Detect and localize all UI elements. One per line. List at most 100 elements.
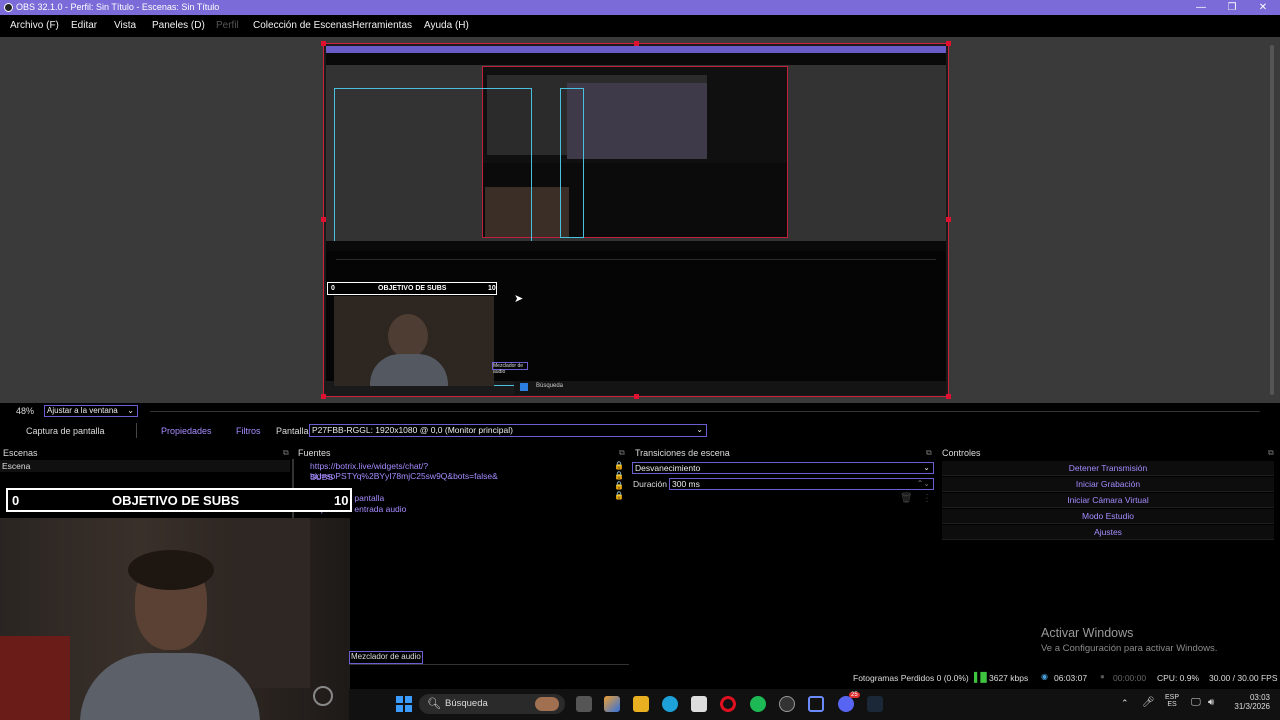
webcam-overlay bbox=[0, 518, 350, 720]
lock-icon[interactable]: 🔒 bbox=[614, 481, 624, 490]
subs-goal-overlay: 0 OBJETIVO DE SUBS 10 bbox=[6, 488, 352, 512]
resize-handle-tl[interactable] bbox=[321, 41, 326, 46]
stream-time-status: 06:03:07 bbox=[1054, 673, 1088, 683]
dock-float-icon[interactable]: ⧉ bbox=[926, 448, 932, 458]
zoom-slider[interactable] bbox=[150, 411, 1260, 412]
trash-icon[interactable]: 🗑 bbox=[900, 493, 913, 504]
audio-mixer-tab[interactable]: Mezclador de audio bbox=[349, 651, 423, 664]
record-icon: ● bbox=[1100, 672, 1105, 681]
dock-divider bbox=[349, 664, 629, 665]
menu-profile[interactable]: Perfil bbox=[216, 20, 239, 31]
stop-streaming-button[interactable]: Detener Transmisión bbox=[942, 461, 1274, 476]
preview-canvas[interactable]: 0 OBJETIVO DE SUBS 10 Mezclador de audio… bbox=[323, 43, 949, 397]
person-hair bbox=[128, 550, 214, 590]
resize-handle-right[interactable] bbox=[946, 217, 951, 222]
resize-handle-top[interactable] bbox=[634, 41, 639, 46]
minimize-button[interactable]: — bbox=[1186, 0, 1216, 15]
menu-help[interactable]: Ayuda (H) bbox=[424, 20, 469, 31]
search-highlight-icon bbox=[535, 697, 559, 711]
signal-bars-icon: ▌█ bbox=[974, 672, 987, 682]
windows-start-icon[interactable] bbox=[396, 696, 412, 712]
resize-handle-bl[interactable] bbox=[321, 394, 326, 399]
nested-title-bar bbox=[326, 46, 946, 53]
resize-handle-left[interactable] bbox=[321, 217, 326, 222]
close-button[interactable]: ✕ bbox=[1248, 0, 1278, 15]
capture-app-icon[interactable] bbox=[808, 696, 824, 712]
source-item-chat-widget[interactable]: https://botrix.live/widgets/chat/?bid=so… bbox=[310, 461, 605, 481]
sources-dock-title: Fuentes bbox=[298, 448, 331, 458]
maximize-button[interactable]: ❐ bbox=[1217, 0, 1247, 15]
transition-type-select[interactable]: Desvanecimiento ⌄ bbox=[632, 462, 934, 474]
resize-handle-tr[interactable] bbox=[946, 41, 951, 46]
start-recording-button[interactable]: Iniciar Grabación bbox=[942, 477, 1274, 492]
studio-mode-button[interactable]: Modo Estudio bbox=[942, 509, 1274, 524]
taskbar-search[interactable]: 🔍︎ Búsqueda bbox=[419, 694, 565, 714]
selection-box-small bbox=[560, 88, 584, 238]
menu-tools[interactable]: Herramientas bbox=[352, 20, 412, 31]
duration-spinbox[interactable]: 300 ms ⌃⌄ bbox=[669, 478, 934, 490]
nested-menu-bar bbox=[326, 53, 946, 65]
search-icon: 🔍︎ bbox=[427, 698, 441, 710]
lock-icon[interactable]: 🔒 bbox=[614, 461, 624, 470]
spotify-icon[interactable] bbox=[750, 696, 766, 712]
resize-handle-br[interactable] bbox=[946, 394, 951, 399]
settings-button[interactable]: Ajustes bbox=[942, 525, 1274, 540]
source-lock-column: 🔒 🔒 🔒 🔒 bbox=[614, 461, 624, 513]
scene-item-selected[interactable]: Escena bbox=[0, 460, 290, 472]
language-indicator[interactable]: ESP ES bbox=[1165, 694, 1179, 708]
clock-date: 31/3/2026 bbox=[1234, 702, 1270, 711]
steam-icon[interactable] bbox=[867, 696, 883, 712]
title-bar: OBS 32.1.0 - Perfil: Sin Título - Escena… bbox=[0, 0, 1280, 15]
filters-button[interactable]: Filtros bbox=[236, 426, 261, 436]
nested-subs-overlay: 0 OBJETIVO DE SUBS 10 bbox=[327, 282, 497, 295]
dock-float-icon[interactable]: ⧉ bbox=[283, 448, 289, 458]
clock-time: 03:03 bbox=[1249, 693, 1270, 702]
spin-arrows-icon[interactable]: ⌃⌄ bbox=[917, 479, 930, 488]
lock-icon[interactable]: 🔒 bbox=[614, 471, 624, 480]
language-top: ESP bbox=[1165, 694, 1180, 701]
transitions-dock-title: Transiciones de escena bbox=[635, 448, 730, 458]
store-icon[interactable] bbox=[691, 696, 707, 712]
menu-edit[interactable]: Editar bbox=[71, 20, 97, 31]
volume-icon[interactable]: 🔊︎ bbox=[1208, 697, 1214, 708]
opera-browser-icon[interactable] bbox=[720, 696, 736, 712]
properties-button[interactable]: Propiedades bbox=[161, 426, 212, 436]
nested-subs-right-value: 10 bbox=[488, 285, 496, 292]
nested-mixer-tab: Mezclador de audio bbox=[492, 362, 528, 375]
task-view-icon[interactable] bbox=[576, 696, 592, 712]
tray-chevron-up-icon[interactable]: ⌃ bbox=[1121, 698, 1129, 709]
preview-scrollbar[interactable] bbox=[1270, 45, 1274, 395]
file-explorer-icon[interactable] bbox=[633, 696, 649, 712]
edge-browser-icon[interactable] bbox=[662, 696, 678, 712]
menu-scene-collection[interactable]: Colección de Escenas bbox=[253, 20, 352, 31]
chevron-down-icon: ⌄ bbox=[696, 425, 703, 434]
menu-view[interactable]: Vista bbox=[114, 20, 136, 31]
cursor-ring-icon bbox=[313, 686, 333, 706]
resize-handle-bottom[interactable] bbox=[634, 394, 639, 399]
bitrate-status: 3627 kbps bbox=[989, 673, 1029, 683]
dock-float-icon[interactable]: ⧉ bbox=[619, 448, 625, 458]
chevron-down-icon: ⌄ bbox=[923, 463, 930, 472]
menu-docks[interactable]: Paneles (D) bbox=[152, 20, 205, 31]
paint-app-icon[interactable] bbox=[604, 696, 620, 712]
nested-subs-title: OBJETIVO DE SUBS bbox=[378, 285, 447, 292]
display-select[interactable]: P27FBB-RGGL: 1920x1080 @ 0,0 (Monitor pr… bbox=[309, 424, 707, 437]
discord-icon[interactable] bbox=[838, 696, 854, 712]
record-time-status: 00:00:00 bbox=[1113, 673, 1147, 683]
start-virtual-camera-button[interactable]: Iniciar Cámara Virtual bbox=[942, 493, 1274, 508]
obs-taskbar-icon[interactable] bbox=[779, 696, 795, 712]
chevron-down-icon: ⌄ bbox=[127, 406, 134, 415]
display-select-value: P27FBB-RGGL: 1920x1080 @ 0,0 (Monitor pr… bbox=[312, 425, 513, 435]
microphone-icon[interactable]: 🎤︎ bbox=[1142, 697, 1155, 708]
menu-file[interactable]: Archivo (F) bbox=[10, 20, 59, 31]
more-options-icon[interactable]: ⋮ bbox=[922, 493, 932, 504]
zoom-mode-select[interactable]: Ajustar a la ventana ⌄ bbox=[44, 405, 138, 417]
zoom-percent: 48% bbox=[16, 406, 35, 416]
network-icon[interactable]: 🖵︎ bbox=[1191, 697, 1201, 708]
dock-float-icon[interactable]: ⧉ bbox=[1268, 448, 1274, 458]
nested-search: Búsqueda bbox=[536, 383, 564, 389]
lock-icon[interactable]: 🔒 bbox=[614, 491, 624, 500]
source-item-subs[interactable]: SUBS bbox=[310, 472, 333, 482]
toolbar-divider bbox=[136, 423, 137, 438]
taskbar-clock[interactable]: 03:03 31/3/2026 bbox=[1226, 693, 1270, 711]
